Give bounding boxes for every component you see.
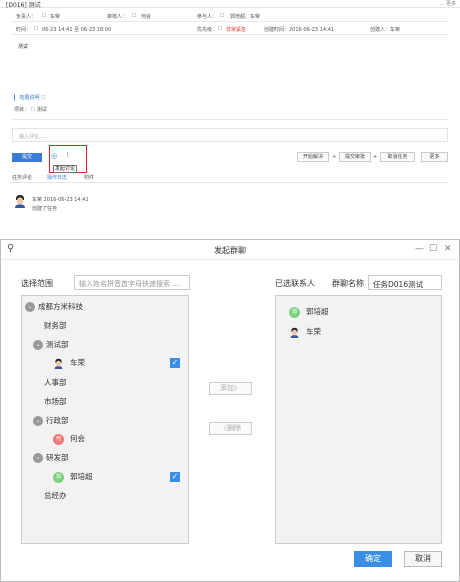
avatar xyxy=(54,358,63,369)
participants-label: 参与人： xyxy=(197,14,218,20)
log-text: 创建了任务 xyxy=(32,206,58,212)
remove-button[interactable]: 〈删除 xyxy=(209,422,252,435)
avatar xyxy=(14,194,26,208)
chat-icon[interactable]: ◎ xyxy=(51,152,57,160)
tree-member-checong[interactable]: 车荣 xyxy=(53,357,85,369)
reviewer-value[interactable]: 何会 xyxy=(141,13,151,20)
add-button[interactable]: 添加〉 xyxy=(209,382,252,395)
folder-icon: ☐ xyxy=(30,107,36,113)
minimize-icon[interactable]: — xyxy=(415,244,424,254)
group-name-label: 群聊名称 xyxy=(332,279,364,288)
priority-label: 优先级： xyxy=(197,27,218,33)
submit-approval-button[interactable]: 提交审批 xyxy=(339,152,371,162)
start-solve-button[interactable]: 开始解决 xyxy=(297,152,329,162)
tree-member-guopeichao[interactable]: 郭郭培超 xyxy=(53,471,93,483)
task-tabs: 任务评论 操作日志 附件 xyxy=(12,173,448,183)
extra-label: 拓展说明 xyxy=(19,95,40,101)
tab-comments[interactable]: 任务评论 xyxy=(12,174,32,181)
maximize-icon[interactable]: ☐ xyxy=(429,244,437,254)
user-icon: ☐ xyxy=(220,13,225,19)
scope-label: 选择范围 xyxy=(21,279,53,288)
tree-node-company[interactable]: ⌄ 成都方米科技 xyxy=(25,301,83,312)
tree-member-hehui[interactable]: 何何会 xyxy=(53,433,85,445)
tree-node-market[interactable]: 市场部 xyxy=(44,396,67,407)
selected-label: 已选联系人 xyxy=(275,279,315,288)
owner-label: 负责人： xyxy=(16,14,37,20)
task-detail-panel: [D016] 测试 ... 更多 负责人： ☐ 车荣 审核人： ☐ 何会 参与人… xyxy=(0,0,460,232)
plus-icon: + xyxy=(332,154,337,160)
tree-node-gm[interactable]: 总经办 xyxy=(44,490,67,501)
project-value[interactable]: 测试 xyxy=(37,107,47,113)
more-button[interactable]: 更多 xyxy=(421,152,448,162)
priority-value[interactable]: 非常紧急 xyxy=(226,26,246,33)
close-icon[interactable]: ✕ xyxy=(444,244,452,254)
task-title-bar: [D016] 测试 ... 更多 xyxy=(0,0,460,9)
user-icon: ☐ xyxy=(132,13,137,19)
tree-node-dev[interactable]: ⌄ 研发部 xyxy=(33,452,69,463)
chevron-down-icon[interactable]: ⌄ xyxy=(33,453,43,463)
more-menu[interactable]: ... 更多 xyxy=(440,0,456,7)
selected-contact[interactable]: 车荣 xyxy=(289,326,321,338)
time-value[interactable]: 06-23 14:41 至 06-23 18:00 xyxy=(42,26,111,33)
group-name-input[interactable]: 任务D016测试 xyxy=(368,275,442,290)
start-discussion-tooltip: 发起讨论 xyxy=(53,165,78,173)
avatar: 郭 xyxy=(53,471,64,483)
chevron-down-icon[interactable]: ⌄ xyxy=(33,340,43,350)
calendar-icon: ☐ xyxy=(34,26,39,32)
avatar: 郭 xyxy=(289,306,300,318)
selected-contact[interactable]: 郭郭培超 xyxy=(289,306,329,318)
task-description[interactable]: 测试 xyxy=(12,35,448,120)
tree-node-admin[interactable]: ⌄ 行政部 xyxy=(33,415,69,426)
checkbox-checked-icon[interactable]: ✓ xyxy=(170,358,180,368)
ok-button[interactable]: 确定 xyxy=(354,551,392,567)
description-text: 测试 xyxy=(18,44,29,50)
tree-node-hr[interactable]: 人事部 xyxy=(44,377,67,388)
participants-value[interactable]: 郭培超、车荣 xyxy=(230,13,260,20)
tree-node-test[interactable]: ⌄ 测试部 xyxy=(33,339,69,350)
avatar xyxy=(290,327,299,338)
dialog-title-bar[interactable]: ⚲ 发起群聊 — ☐ ✕ xyxy=(1,240,459,260)
attachment-icon[interactable]: ⌇ xyxy=(66,151,69,159)
project-row: 项目： ☐ 测试 xyxy=(14,106,47,113)
comment-input[interactable]: 输入评论...... xyxy=(12,128,448,142)
edit-icon: ☐ xyxy=(41,95,46,101)
chevron-down-icon[interactable]: ⌄ xyxy=(25,302,35,312)
search-input[interactable]: 输入姓名拼音首字母快速搜索..... xyxy=(74,275,190,290)
user-icon: ☐ xyxy=(42,13,47,19)
tab-attachments[interactable]: 附件 xyxy=(84,174,94,181)
created-time: 创建时间：2016-06-23 14:41 xyxy=(264,27,335,33)
cancel-button[interactable]: 取消 xyxy=(404,551,442,567)
group-chat-dialog: ⚲ 发起群聊 — ☐ ✕ 选择范围 输入姓名拼音首字母快速搜索..... 已选联… xyxy=(0,239,460,582)
plus-icon: + xyxy=(373,154,378,160)
cancel-task-button[interactable]: 取消任务 xyxy=(380,152,415,162)
flag-icon: ☐ xyxy=(218,26,223,32)
reviewer-label: 审核人： xyxy=(107,14,128,20)
owner-value[interactable]: 车荣 xyxy=(50,13,60,20)
task-info-row-people: 负责人： ☐ 车荣 审核人： ☐ 何会 参与人： ☐ 郭培超、车荣 xyxy=(12,10,448,22)
task-title: [D016] 测试 xyxy=(6,2,41,9)
dialog-title: 发起群聊 xyxy=(214,246,246,255)
bar-icon: ▎ xyxy=(14,95,18,101)
chevron-down-icon[interactable]: ⌄ xyxy=(33,416,43,426)
checkbox-checked-icon[interactable]: ✓ xyxy=(170,472,180,482)
avatar: 何 xyxy=(53,433,64,445)
tab-log[interactable]: 操作日志 xyxy=(47,174,67,181)
task-info-row-time: 时间： ☐ 06-23 14:41 至 06-23 18:00 优先级： ☐ 非… xyxy=(12,23,448,35)
project-label: 项目： xyxy=(14,107,30,113)
extra-description[interactable]: ▎ 拓展说明 ☐ xyxy=(14,94,46,101)
creator: 创建人：车荣 xyxy=(370,27,401,33)
time-label: 时间： xyxy=(16,27,32,33)
submit-comment-button[interactable]: 提交 xyxy=(12,153,42,162)
log-meta: 车荣 2016-06-23 14:41 xyxy=(32,197,89,203)
tree-node-finance[interactable]: 财务部 xyxy=(44,320,67,331)
